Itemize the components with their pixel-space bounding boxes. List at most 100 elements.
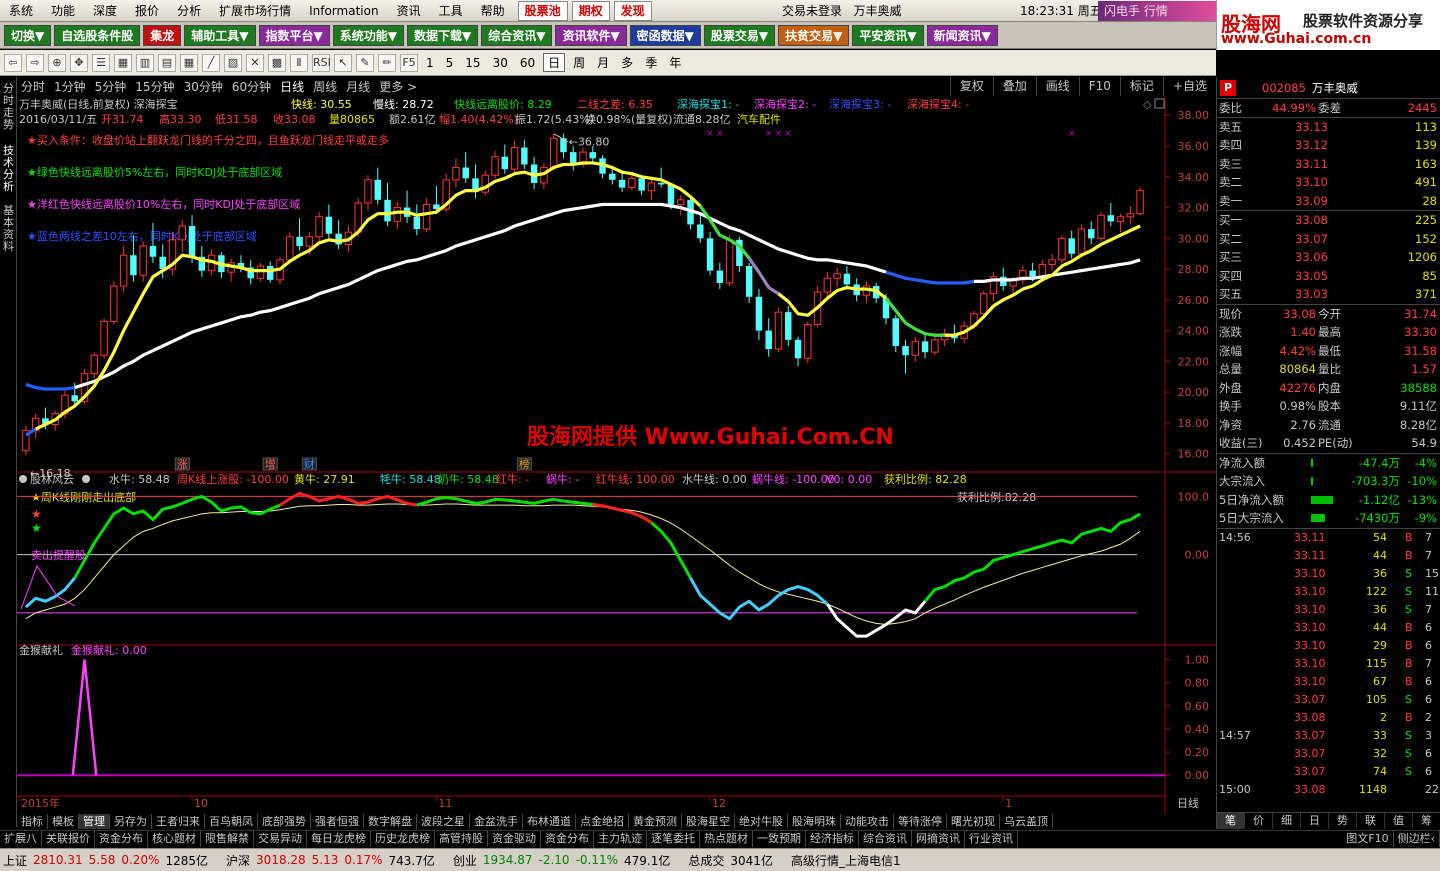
rsi-icon[interactable]: RSI xyxy=(312,53,331,72)
minute-period-1[interactable]: 1 xyxy=(422,56,438,70)
fibonacci-icon[interactable]: ▩ xyxy=(268,53,286,72)
move-icon[interactable]: ✥ xyxy=(70,53,88,72)
indicator-tab-20[interactable]: 乌云盖顶 xyxy=(1000,814,1053,829)
indicator-tab-0[interactable]: 指标 xyxy=(17,814,48,829)
menu-function[interactable]: 功能 xyxy=(42,0,84,22)
stock-pool-button[interactable]: 股票池 xyxy=(517,0,568,21)
tab-fundamental-vertical[interactable]: 基本资料 xyxy=(2,205,15,263)
extended-tab-15[interactable]: 经济指标 xyxy=(806,831,859,847)
kline-chart[interactable]: 16.00 18.00 20.00 22.00 24.00 26.00 28.00 30.00… xyxy=(17,96,1216,814)
p-icon[interactable]: P xyxy=(1220,79,1236,96)
indicator-tab-8[interactable]: 数字解盘 xyxy=(364,814,417,829)
area-icon[interactable]: ▨ xyxy=(224,53,242,72)
quote-tab-5[interactable]: 联 xyxy=(1357,813,1385,829)
side-tab-1[interactable]: 侧边栏‹ xyxy=(1394,831,1440,847)
indicator-tab-6[interactable]: 底部强势 xyxy=(258,814,311,829)
indicator-tab-4[interactable]: 王者归来 xyxy=(152,814,205,829)
quote-tab-0[interactable]: 笔 xyxy=(1217,813,1245,829)
indicator-tab-13[interactable]: 黄金预测 xyxy=(629,814,682,829)
grid-icon[interactable]: ▦ xyxy=(180,53,198,72)
indicator-tab-15[interactable]: 绝对牛股 xyxy=(735,814,788,829)
menu-tools[interactable]: 工具 xyxy=(430,0,472,22)
period-tab-7[interactable]: 周线 xyxy=(313,78,337,95)
menu-extended-market[interactable]: 扩展市场行情 xyxy=(210,0,300,22)
tab-intraday-vertical[interactable]: 分时走势 xyxy=(2,83,15,141)
extended-tab-13[interactable]: 热点题材 xyxy=(700,831,753,847)
pan-icon[interactable]: ☰ xyxy=(92,53,110,72)
extended-tab-4[interactable]: 限售解禁 xyxy=(201,831,254,847)
chart-action-4[interactable]: 标记 xyxy=(1119,77,1163,96)
extended-tab-7[interactable]: 历史龙虎榜 xyxy=(371,831,435,847)
indicator-tab-9[interactable]: 波段之星 xyxy=(417,814,470,829)
menu-information[interactable]: Information xyxy=(300,0,387,22)
extended-tab-0[interactable]: 扩展八 xyxy=(0,831,42,847)
indicator-tab-2[interactable]: 管理 xyxy=(79,814,110,829)
chart-action-0[interactable]: 复权 xyxy=(949,77,993,96)
menu-analysis[interactable]: 分析 xyxy=(168,0,210,22)
forward-icon[interactable]: ⇨ xyxy=(26,53,44,72)
minute-period-30[interactable]: 30 xyxy=(489,56,512,70)
extended-tab-12[interactable]: 逐笔委托 xyxy=(647,831,700,847)
period-toolbar-0[interactable]: 日 xyxy=(543,53,566,72)
extended-tab-18[interactable]: 行业资讯 xyxy=(965,831,1018,847)
period-tab-8[interactable]: 月线 xyxy=(346,78,370,95)
toolbar-button-8[interactable]: 资讯软件▼ xyxy=(555,24,627,46)
indicator-tab-3[interactable]: 另存为 xyxy=(110,814,152,829)
line-icon[interactable]: ╱ xyxy=(202,53,220,72)
quote-tab-6[interactable]: 值 xyxy=(1385,813,1413,829)
period-tab-4[interactable]: 30分钟 xyxy=(184,78,223,95)
toolbar-button-6[interactable]: 数据下载▼ xyxy=(406,24,479,46)
toolbar-button-13[interactable]: 新闻资讯▼ xyxy=(926,24,998,46)
chart-action-3[interactable]: F10 xyxy=(1078,77,1120,96)
indicator-tab-12[interactable]: 点金绝招 xyxy=(576,814,629,829)
bar-icon[interactable]: ▥ xyxy=(136,53,154,72)
quote-tab-2[interactable]: 细 xyxy=(1273,813,1301,829)
period-toolbar-2[interactable]: 月 xyxy=(593,54,613,71)
indicator-tab-19[interactable]: 曙光初现 xyxy=(947,814,1000,829)
ruler-icon[interactable]: ▦ xyxy=(114,53,132,72)
indicator-tab-5[interactable]: 百鸟朝凤 xyxy=(205,814,258,829)
minute-period-5[interactable]: 5 xyxy=(442,56,458,70)
tab-technical-vertical[interactable]: 技术分析 xyxy=(2,145,15,203)
text-icon[interactable]: Ⅱ xyxy=(290,53,308,72)
toolbar-button-1[interactable]: 自选股条件股 xyxy=(54,24,141,46)
quote-tab-7[interactable]: 筹 xyxy=(1413,813,1440,829)
period-tab-2[interactable]: 5分钟 xyxy=(95,78,127,95)
extended-tab-6[interactable]: 每日龙虎榜 xyxy=(307,831,371,847)
extended-tab-9[interactable]: 资金驱动 xyxy=(488,831,541,847)
cursor-icon[interactable]: ↖ xyxy=(334,53,352,72)
minute-period-60[interactable]: 60 xyxy=(516,56,539,70)
indicator-tab-17[interactable]: 动能攻击 xyxy=(841,814,894,829)
side-tab-0[interactable]: 图文F10 xyxy=(1342,831,1394,847)
menu-quote[interactable]: 报价 xyxy=(126,0,168,22)
f5-button[interactable]: F5 xyxy=(400,53,418,72)
zoom-icon[interactable]: ⊕ xyxy=(48,53,66,72)
indicator-tab-11[interactable]: 布林通道 xyxy=(523,814,576,829)
toolbar-button-5[interactable]: 系统功能▼ xyxy=(332,24,404,46)
menu-system[interactable]: 系统 xyxy=(0,0,42,22)
toolbar-button-9[interactable]: 密函数据▼ xyxy=(629,24,701,46)
toolbar-button-10[interactable]: 股票交易▼ xyxy=(703,24,776,46)
period-tab-1[interactable]: 1分钟 xyxy=(54,78,86,95)
period-toolbar-4[interactable]: 季 xyxy=(641,54,661,71)
toolbar-button-4[interactable]: 指数平台▼ xyxy=(258,24,330,46)
period-tab-0[interactable]: 分时 xyxy=(21,78,45,95)
extended-tab-11[interactable]: 主力轨迹 xyxy=(594,831,647,847)
extended-tab-3[interactable]: 核心题材 xyxy=(148,831,201,847)
period-tab-9[interactable]: 更多 > xyxy=(379,78,417,95)
indicator-tab-16[interactable]: 股海明珠 xyxy=(788,814,841,829)
chart-action-1[interactable]: 叠加 xyxy=(992,77,1036,96)
extended-tab-14[interactable]: 一致预期 xyxy=(753,831,806,847)
indicator-tab-1[interactable]: 模板 xyxy=(48,814,79,829)
indicator-tab-10[interactable]: 金盆洗手 xyxy=(470,814,523,829)
maximize-icon[interactable] xyxy=(1154,98,1165,109)
diamond-icon[interactable]: ◇ xyxy=(1143,98,1152,111)
back-icon[interactable]: ⇦ xyxy=(4,53,22,72)
toolbar-button-7[interactable]: 综合资讯▼ xyxy=(481,24,553,46)
extended-tab-10[interactable]: 资金分布 xyxy=(541,831,594,847)
minute-period-15[interactable]: 15 xyxy=(461,56,484,70)
indicator-tab-7[interactable]: 强者恒强 xyxy=(311,814,364,829)
menu-help[interactable]: 帮助 xyxy=(472,0,514,22)
pen-icon[interactable]: ✎ xyxy=(356,53,374,72)
period-tab-6[interactable]: 日线 xyxy=(280,78,304,95)
